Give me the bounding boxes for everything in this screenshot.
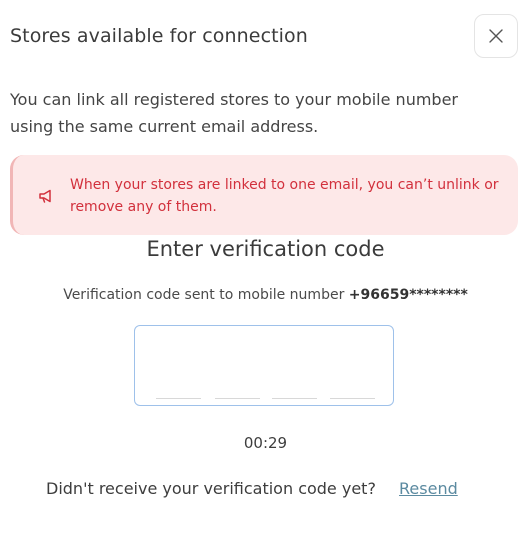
resend-prompt: Didn't receive your verification code ye… — [46, 479, 376, 498]
code-digit-slot-1 — [156, 398, 201, 399]
alert-text: When your stores are linked to one email… — [70, 177, 499, 215]
code-sent-message: Verification code sent to mobile number … — [0, 287, 531, 303]
resend-row: Didn't receive your verification code ye… — [46, 479, 458, 498]
code-digit-slot-2 — [215, 398, 260, 399]
description-text: You can link all registered stores to yo… — [10, 90, 458, 136]
code-digit-slot-3 — [272, 398, 317, 399]
countdown-timer: 00:29 — [243, 434, 288, 452]
close-button[interactable] — [474, 14, 518, 58]
code-digit-slot-4 — [330, 398, 375, 399]
verification-title: Enter verification code — [146, 237, 385, 261]
megaphone-icon — [39, 189, 51, 203]
close-icon — [489, 29, 503, 43]
masked-phone-number: +96659******** — [348, 287, 468, 303]
modal-title: Stores available for connection — [10, 25, 308, 47]
warning-alert: When your stores are linked to one email… — [10, 155, 518, 235]
connection-modal: Stores available for connection You can … — [0, 0, 531, 537]
code-sent-prefix: Verification code sent to mobile number — [63, 287, 345, 303]
resend-link[interactable]: Resend — [399, 479, 458, 498]
verification-code-input[interactable] — [134, 325, 394, 406]
